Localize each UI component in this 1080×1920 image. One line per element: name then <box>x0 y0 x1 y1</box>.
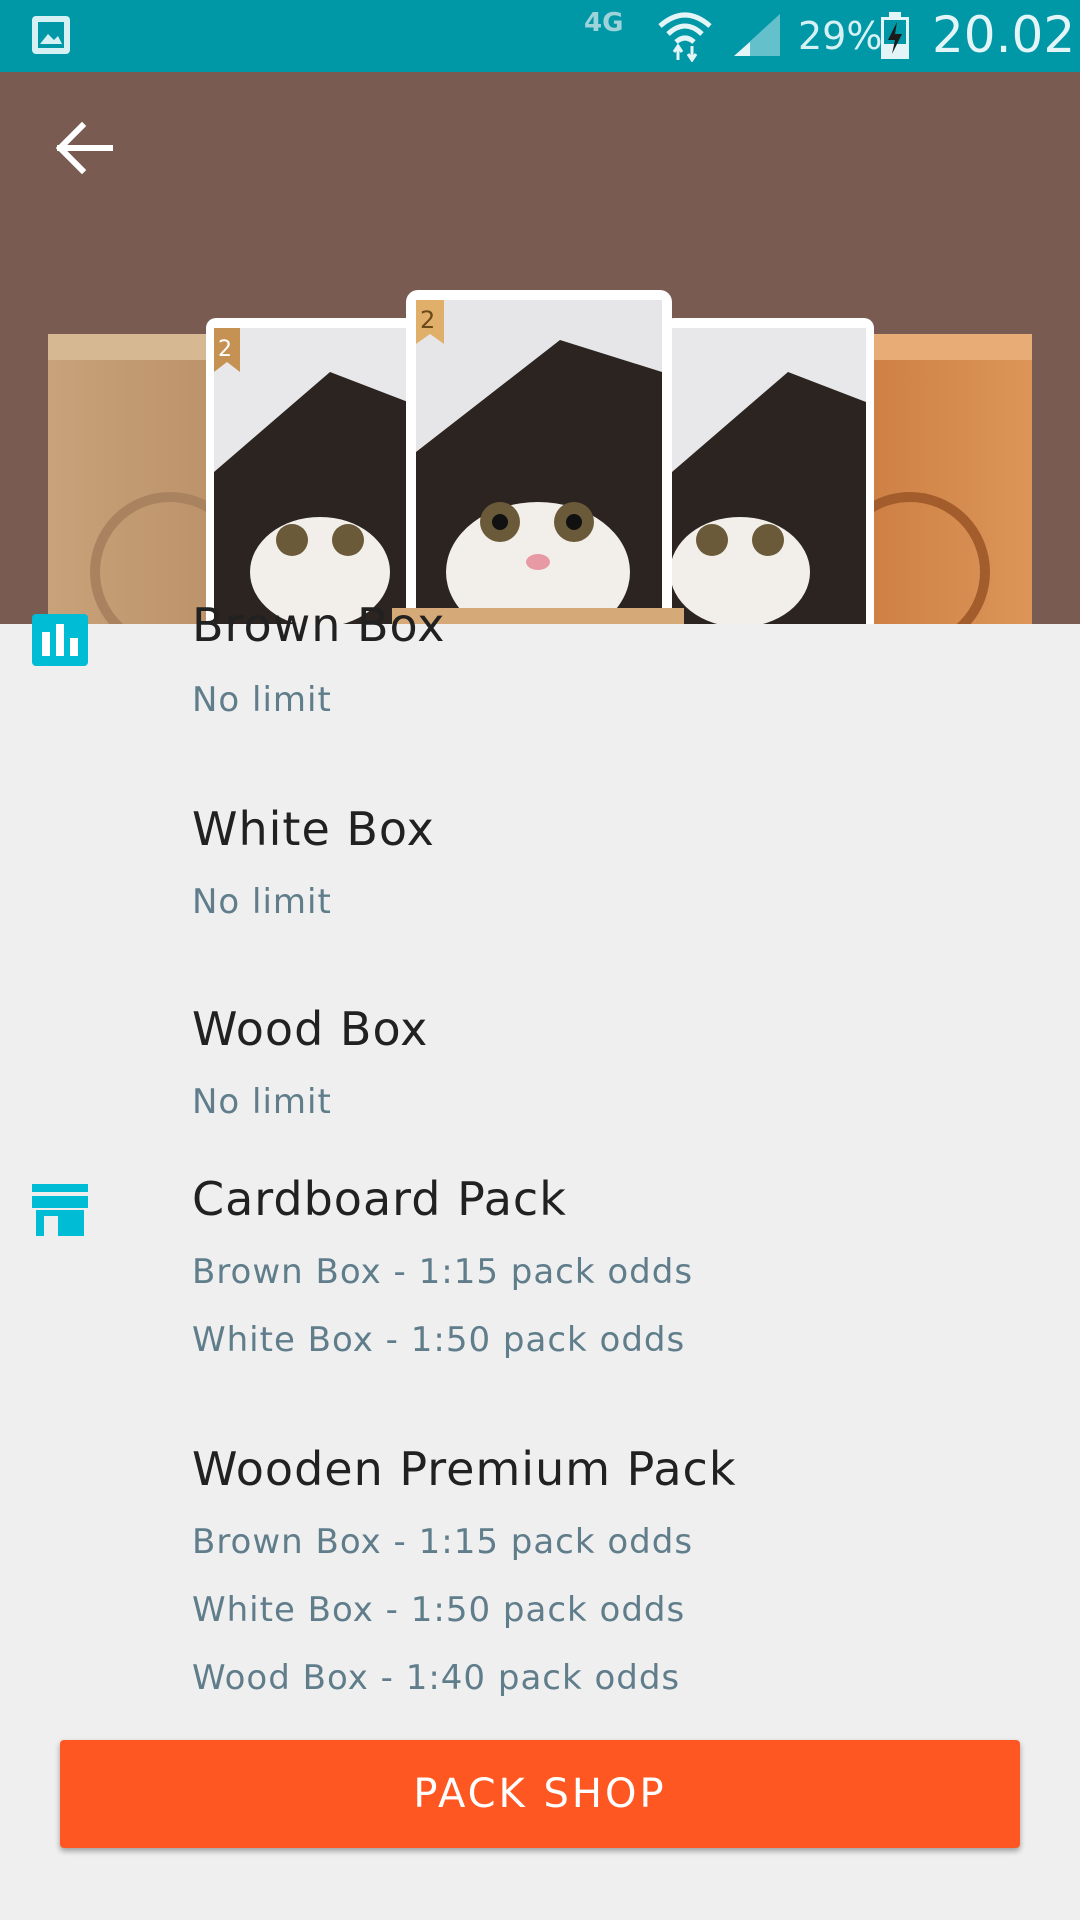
card-vol-label: 2 <box>218 337 232 362</box>
rarity-limit: No limit <box>192 680 332 720</box>
wifi-icon <box>658 12 712 62</box>
pack-odds: White Box - 1:50 pack odds <box>192 1320 686 1360</box>
card-pack-artwork: 2 2 <box>48 290 1032 624</box>
battery-charging-icon <box>881 12 909 59</box>
store-icon <box>32 1184 88 1236</box>
network-type: 4G <box>584 8 624 38</box>
pack-title: Cardboard Pack <box>192 1172 567 1226</box>
clock-time: 20.02 <box>932 6 1076 64</box>
cat-card-center <box>392 290 684 624</box>
pack-odds: Wood Box - 1:40 pack odds <box>192 1658 681 1698</box>
cat-card-right <box>664 318 874 624</box>
pack-odds: Brown Box - 1:15 pack odds <box>192 1522 694 1562</box>
rarity-limit: No limit <box>192 1082 332 1122</box>
arrow-left-icon[interactable] <box>52 116 116 180</box>
bar-chart-icon <box>32 614 88 666</box>
rarity-limit: No limit <box>192 882 332 922</box>
cat-card-left <box>206 318 416 624</box>
pack-shop-button[interactable]: PACK SHOP <box>60 1740 1020 1848</box>
gallery-icon <box>32 16 70 54</box>
pack-header: 2 2 <box>0 72 1080 624</box>
battery-percent: 29% <box>798 14 883 58</box>
pack-title: Wooden Premium Pack <box>192 1442 737 1496</box>
status-bar: 4G 29% 20.02 <box>0 0 1080 72</box>
card-vol-label: 2 <box>420 306 435 334</box>
signal-icon <box>734 14 780 56</box>
rarity-title: Wood Box <box>192 1002 429 1056</box>
rarity-title: Brown Box <box>192 598 446 652</box>
pack-odds: White Box - 1:50 pack odds <box>192 1590 686 1630</box>
pack-odds: Brown Box - 1:15 pack odds <box>192 1252 694 1292</box>
rarity-title: White Box <box>192 802 435 856</box>
